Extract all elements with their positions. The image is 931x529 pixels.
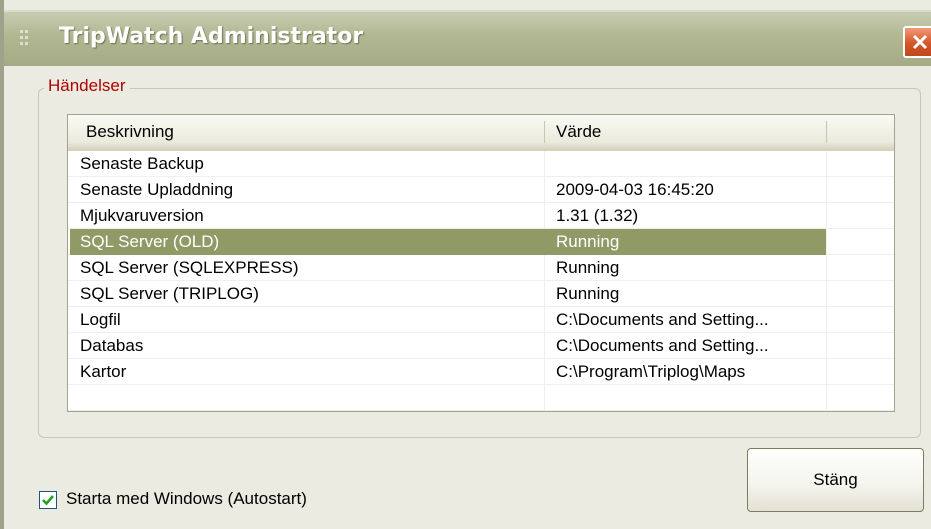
checkmark-icon [42,495,54,506]
row-value: C:\Documents and Setting... [556,336,769,355]
row-value: Running [556,284,620,303]
row-value: C:\Program\Triplog\Maps [556,362,746,381]
row-description: SQL Server (OLD) [70,229,544,255]
row-value: Running [556,258,620,277]
autostart-label[interactable]: Starta med Windows (Autostart) [66,489,307,509]
autostart-checkbox[interactable] [39,491,57,509]
list-row-empty[interactable] [68,385,894,411]
row-description: Senaste Upladdning [80,180,234,199]
row-description: Databas [80,336,144,355]
groupbox-label: Händelser [44,76,130,96]
events-listview[interactable]: Beskrivning Värde Senaste Backup Senaste… [67,114,895,412]
client-area: Händelser Beskrivning Värde Senaste Back… [4,66,931,529]
row-value: 1.31 (1.32) [556,206,639,225]
list-row[interactable]: Senaste Backup [68,151,894,177]
list-row[interactable]: Kartor C:\Program\Triplog\Maps [68,359,894,385]
app-window: TripWatch Administrator Händelser Beskri… [0,0,931,529]
row-value [544,151,826,177]
row-description: Logfil [80,310,121,329]
list-row[interactable]: SQL Server (OLD) Running [68,229,894,255]
list-header: Beskrivning Värde [68,115,894,151]
title-bar[interactable]: TripWatch Administrator [4,10,931,66]
row-description: SQL Server (TRIPLOG) [80,284,259,303]
window-title: TripWatch Administrator [59,24,364,49]
list-row[interactable]: Senaste Upladdning 2009-04-03 16:45:20 [68,177,894,203]
column-separator[interactable] [826,121,827,143]
list-row[interactable]: Databas C:\Documents and Setting... [68,333,894,359]
row-description: SQL Server (SQLEXPRESS) [80,258,299,277]
column-header-description[interactable]: Beskrivning [86,115,174,149]
column-separator[interactable] [544,121,545,143]
list-row[interactable]: SQL Server (SQLEXPRESS) Running [68,255,894,281]
window-close-button[interactable] [903,26,931,58]
row-value: C:\Documents and Setting... [556,310,769,329]
app-grip-icon [20,30,28,45]
close-button[interactable]: Stäng [747,448,924,512]
list-row[interactable]: Mjukvaruversion 1.31 (1.32) [68,203,894,229]
close-icon [912,34,928,50]
list-row[interactable]: SQL Server (TRIPLOG) Running [68,281,894,307]
column-header-value[interactable]: Värde [556,115,601,149]
row-description: Mjukvaruversion [80,206,204,225]
row-value: Running [544,229,826,255]
row-description: Kartor [80,362,127,381]
row-value: 2009-04-03 16:45:20 [556,180,714,199]
row-description: Senaste Backup [80,154,204,173]
list-row[interactable]: Logfil C:\Documents and Setting... [68,307,894,333]
